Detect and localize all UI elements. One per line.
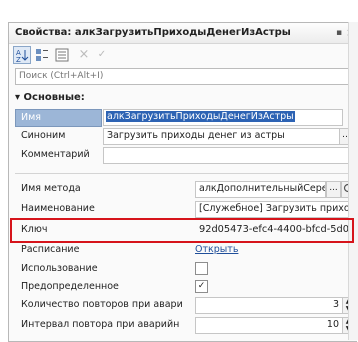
- toolbar: AZ × ✓: [9, 44, 357, 64]
- schedule-open-link[interactable]: Открыть: [195, 244, 238, 255]
- prop-label-comment: Комментарий: [21, 149, 90, 160]
- retry-count-field[interactable]: 3: [195, 297, 343, 314]
- prop-label-schedule: Расписание: [21, 244, 80, 255]
- prop-row-description: Наименование [Служебное] Загрузить прихо…: [15, 201, 357, 218]
- section-toggle-icon[interactable]: ▾: [15, 92, 20, 103]
- use-checkbox[interactable]: [195, 262, 208, 275]
- prop-label-name: Имя: [15, 109, 102, 127]
- apply-button[interactable]: ✓: [93, 46, 111, 64]
- section-header[interactable]: ▾ Основные:: [15, 92, 85, 103]
- prop-row-schedule: Расписание Открыть: [15, 242, 355, 259]
- window-title: Свойства: алкЗагрузитьПриходыДенегИзАстр…: [15, 27, 291, 38]
- category-button[interactable]: [33, 46, 51, 64]
- search-box[interactable]: [15, 68, 353, 85]
- prop-label-description: Наименование: [21, 203, 95, 214]
- search-input[interactable]: [19, 69, 279, 83]
- title-bar: Свойства: алкЗагрузитьПриходыДенегИзАстр…: [9, 23, 357, 44]
- svg-text:Z: Z: [16, 56, 21, 63]
- method-select-button[interactable]: ...: [326, 181, 341, 198]
- prop-row-method: Имя метода алкДополнительныйСере ...: [15, 181, 356, 198]
- synonym-field[interactable]: Загрузить приходы денег из астры: [103, 128, 340, 145]
- vertical-scrollbar[interactable]: [348, 22, 358, 340]
- category-icon: [36, 49, 48, 61]
- list-button[interactable]: [53, 46, 71, 64]
- section-title: Основные:: [23, 92, 85, 103]
- key-highlight-frame: [10, 218, 354, 243]
- prop-row-synonym: Синоним Загрузить приходы денег из астры…: [15, 128, 355, 145]
- retry-interval-field[interactable]: 10: [195, 317, 343, 334]
- prop-row-retry-count: Количество повторов при авари 3 ▲▼: [15, 297, 355, 314]
- prop-label-synonym: Синоним: [21, 130, 66, 141]
- delete-button[interactable]: ×: [75, 46, 93, 64]
- prop-label-use: Использование: [21, 263, 98, 274]
- properties-window: Свойства: алкЗагрузитьПриходыДенегИзАстр…: [8, 22, 357, 342]
- prop-label-predefined: Предопределенное: [21, 281, 119, 292]
- method-field[interactable]: алкДополнительныйСере: [195, 181, 326, 198]
- prop-row-name: Имя алкЗагрузитьПриходыДенегИзАстры: [15, 109, 355, 127]
- sort-alpha-icon: AZ: [16, 49, 29, 64]
- prop-row-predefined: Предопределенное ✓: [15, 279, 355, 296]
- prop-label-retry-count: Количество повторов при авари: [21, 299, 183, 310]
- sort-alpha-button[interactable]: AZ: [13, 46, 31, 64]
- comment-field[interactable]: [103, 147, 357, 164]
- prop-label-method: Имя метода: [21, 183, 81, 194]
- prop-row-comment: Комментарий: [15, 147, 357, 164]
- name-field[interactable]: алкЗагрузитьПриходыДенегИзАстры: [103, 109, 343, 126]
- list-icon: [55, 48, 69, 62]
- pin-icon[interactable]: ▪: [336, 28, 344, 38]
- prop-row-use: Использование: [15, 261, 355, 278]
- prop-row-retry-interval: Интервал повтора при аварийн 10 ▲▼: [15, 317, 355, 334]
- predefined-checkbox[interactable]: ✓: [195, 280, 208, 293]
- description-field[interactable]: [Служебное] Загрузить приходь: [195, 201, 357, 218]
- prop-label-retry-interval: Интервал повтора при аварийн: [21, 319, 180, 330]
- separator: [15, 173, 355, 174]
